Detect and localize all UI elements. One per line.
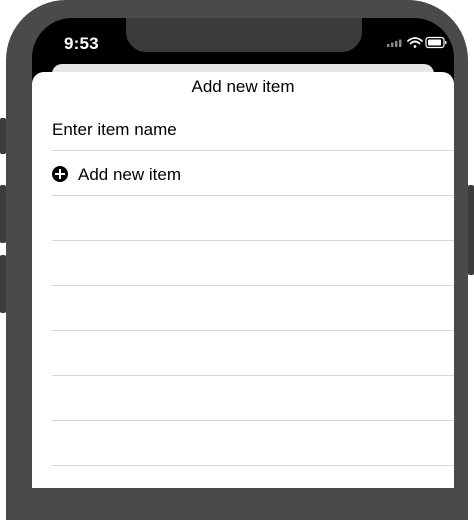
empty-row — [52, 241, 454, 286]
add-new-item-button[interactable]: Add new item — [52, 151, 454, 196]
add-circle-icon — [52, 166, 68, 182]
empty-row — [52, 376, 454, 421]
battery-icon — [425, 36, 447, 49]
empty-row — [52, 286, 454, 331]
modal-sheet: Add new item Enter item name Add new ite… — [32, 72, 454, 488]
notch — [126, 18, 362, 52]
empty-row — [52, 421, 454, 466]
status-time: 9:53 — [64, 34, 99, 53]
item-name-input-row[interactable]: Enter item name — [52, 106, 454, 151]
empty-row — [52, 196, 454, 241]
signal-icon — [387, 39, 402, 47]
wifi-icon — [407, 37, 423, 48]
sheet-title: Add new item — [191, 77, 295, 96]
device-frame: 9:53 Add new item Enter item name Add ne… — [0, 0, 474, 520]
item-name-input[interactable]: Enter item name — [52, 120, 177, 140]
volume-up-button — [0, 185, 6, 243]
empty-row — [52, 331, 454, 376]
add-new-item-label: Add new item — [78, 165, 181, 184]
power-button — [468, 185, 474, 275]
volume-down-button — [0, 255, 6, 313]
status-icons — [387, 36, 447, 50]
mute-switch — [0, 118, 6, 154]
screen: 9:53 Add new item Enter item name Add ne… — [32, 18, 454, 488]
